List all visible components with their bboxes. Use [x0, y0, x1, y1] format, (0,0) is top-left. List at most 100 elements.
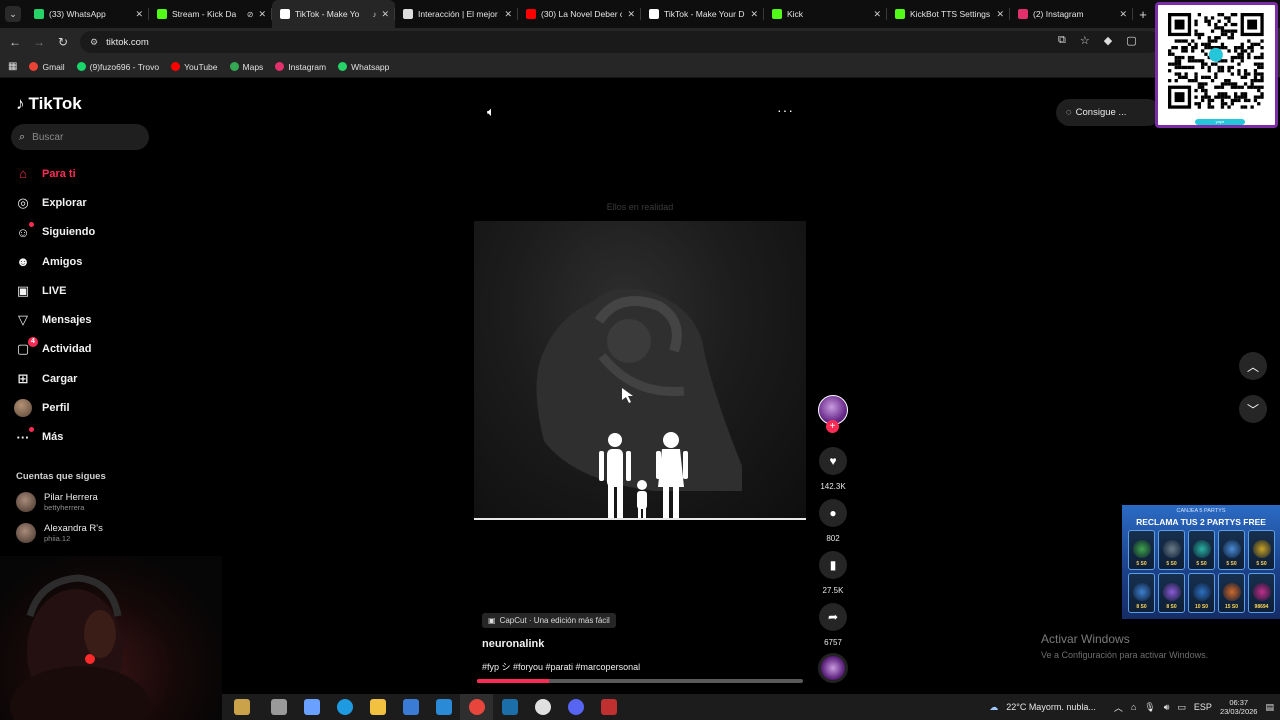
video-progress-bar[interactable] [477, 679, 803, 683]
browser-tab[interactable]: TikTok - Make Your D ✕ [641, 0, 764, 28]
browser-tab[interactable]: (33) WhatsApp ✕ [26, 0, 149, 28]
bookmark-item[interactable]: Instagram [275, 62, 326, 72]
taskbar-app[interactable] [592, 694, 625, 720]
qr-module [1187, 59, 1192, 63]
network-icon[interactable]: ⌂ [1131, 702, 1136, 712]
share-action[interactable]: ➦ 6757 [816, 603, 850, 647]
like-action[interactable]: ♥ 142.3K [816, 447, 850, 491]
tab-close-icon[interactable]: ✕ [996, 9, 1004, 20]
browser-tab[interactable]: (2) Instagram ✕ [1010, 0, 1133, 28]
forward-button[interactable]: → [27, 30, 51, 54]
taskbar-app[interactable] [295, 694, 328, 720]
taskbar-app[interactable] [361, 694, 394, 720]
reload-button[interactable]: ↻ [51, 30, 75, 54]
tab-close-icon[interactable]: ✕ [258, 9, 266, 20]
taskbar-app[interactable] [460, 694, 493, 720]
search-input[interactable]: ⌕ Buscar [11, 124, 149, 150]
taskbar-app[interactable] [559, 694, 592, 720]
mute-icon[interactable]: ⊘ [247, 10, 254, 19]
site-info-icon[interactable]: ⚙ [90, 37, 98, 48]
video-author[interactable]: neuronalink [482, 638, 544, 650]
browser-tab[interactable]: TikTok - Make Yo ♪ ✕ [272, 0, 395, 28]
next-video-button[interactable]: ﹀ [1239, 395, 1267, 423]
qr-module [1191, 39, 1195, 43]
bookmark-item[interactable]: Maps [229, 62, 263, 72]
sidebar-item-para-ti[interactable]: ⌂ Para ti [14, 159, 174, 188]
video-hashtags[interactable]: #fyp シ #foryou #parati #marcopersonal [482, 660, 640, 673]
battery-icon[interactable]: ▭ [1177, 702, 1186, 713]
taskbar-app[interactable] [262, 694, 295, 720]
mic-icon[interactable]: 🎙︎ [1144, 702, 1155, 713]
bookmark-icon[interactable]: ▮ [819, 551, 847, 579]
browser-tab[interactable]: (30) La Novel Deber c ✕ [518, 0, 641, 28]
volume-icon[interactable]: 🔊︎ [1164, 702, 1170, 713]
browser-tab[interactable]: Interacción | El mejor ✕ [395, 0, 518, 28]
apps-grid-icon[interactable]: ▦ [8, 61, 17, 72]
taskbar-app[interactable] [427, 694, 460, 720]
back-button[interactable]: ← [3, 30, 27, 54]
bookmark-item[interactable]: Gmail [29, 62, 65, 72]
bookmark-item[interactable]: (9)fuzo696 - Trovo [76, 62, 159, 72]
sidebar-item-cargar[interactable]: ⊞ Cargar [14, 364, 174, 393]
sidebar-item-explorar[interactable]: ◎ Explorar [14, 188, 174, 217]
video-player[interactable] [474, 221, 806, 520]
sidebar-item-actividad[interactable]: ▢ Actividad 4 [14, 335, 174, 364]
capcut-tag[interactable]: ▣ CapCut · Una edición más fácil [482, 613, 616, 628]
browser-tab[interactable]: Kick ✕ [764, 0, 887, 28]
sidebar-item-mensajes[interactable]: ▽ Mensajes [14, 305, 174, 334]
tiktok-logo[interactable]: ♪ TikTok [16, 94, 82, 114]
sidebar-item-m-s[interactable]: ··· Más [14, 423, 174, 452]
music-disc[interactable] [818, 653, 848, 683]
taskbar-app[interactable] [526, 694, 559, 720]
tab-close-icon[interactable]: ✕ [135, 9, 143, 20]
notifications-icon[interactable]: ▤ [1265, 702, 1274, 713]
sidebar-item-siguiendo[interactable]: ☺ Siguiendo [14, 218, 174, 247]
qr-module [1181, 65, 1185, 70]
bookmark-item[interactable]: YouTube [171, 62, 218, 72]
tab-search-button[interactable]: ⌄ [0, 0, 26, 28]
sidebar-item-live[interactable]: ▣ LIVE [14, 276, 174, 305]
clock[interactable]: 06:37 23/03/2026 [1220, 698, 1258, 716]
taskbar-app[interactable] [493, 694, 526, 720]
tray-overflow-icon[interactable]: ︿ [1114, 701, 1123, 714]
comment-icon[interactable]: ● [819, 499, 847, 527]
weather-text[interactable]: 22°C Mayorm. nubla... [1006, 702, 1096, 712]
tab-close-icon[interactable]: ✕ [1119, 9, 1127, 20]
bookmark-item[interactable]: Whatsapp [338, 62, 389, 72]
tab-audio-icon[interactable]: ♪ [372, 10, 376, 19]
sidebar-item-amigos[interactable]: ☻ Amigos [14, 247, 174, 276]
tab-close-icon[interactable]: ✕ [627, 9, 635, 20]
browser-tab[interactable]: Stream - Kick Da ⊘ ✕ [149, 0, 272, 28]
creator-avatar-button[interactable]: + [816, 395, 850, 433]
video-more-button[interactable]: ··· [777, 102, 794, 118]
share-arrow-icon[interactable]: ➦ [819, 603, 847, 631]
following-account[interactable]: Pilar Herrera bettyherrera [16, 492, 98, 512]
tab-close-icon[interactable]: ✕ [873, 9, 881, 20]
tab-close-icon[interactable]: ✕ [750, 9, 758, 20]
heart-icon[interactable]: ♥ [819, 447, 847, 475]
get-app-button[interactable]: ◌ Consigue ... [1056, 99, 1161, 126]
browser-tab[interactable]: KickBot TTS Settings ✕ [887, 0, 1010, 28]
follow-plus-icon[interactable]: + [826, 420, 839, 433]
comment-action[interactable]: ● 802 [816, 499, 850, 543]
bookmark-star-icon[interactable]: ☆ [1080, 34, 1090, 47]
taskbar-app[interactable] [394, 694, 427, 720]
save-action[interactable]: ▮ 27.5K [816, 551, 850, 595]
language-indicator[interactable]: ESP [1194, 702, 1212, 712]
sidebar-item-perfil[interactable]: Perfil [14, 393, 174, 422]
tab-close-icon[interactable]: ✕ [504, 9, 512, 20]
tab-close-icon[interactable]: ✕ [381, 9, 389, 20]
new-tab-button[interactable]: + [1133, 7, 1153, 22]
address-bar[interactable]: ⚙ tiktok.com [80, 31, 1160, 53]
previous-video-button[interactable]: ︿ [1239, 352, 1267, 380]
weather-icon[interactable]: ☁ [989, 702, 998, 713]
following-account[interactable]: Alexandra R's phiia.12 [16, 523, 103, 543]
volume-button[interactable]: 🔈︎ [487, 104, 495, 120]
taskbar-app[interactable] [222, 694, 262, 720]
extensions-icon[interactable]: ◆ [1104, 34, 1112, 47]
side-panel-icon[interactable]: ▢ [1126, 34, 1136, 47]
install-app-icon[interactable]: ⧉ [1058, 34, 1066, 47]
taskbar-app[interactable] [328, 694, 361, 720]
qr-module [1230, 55, 1234, 60]
qr-module [1230, 102, 1234, 106]
